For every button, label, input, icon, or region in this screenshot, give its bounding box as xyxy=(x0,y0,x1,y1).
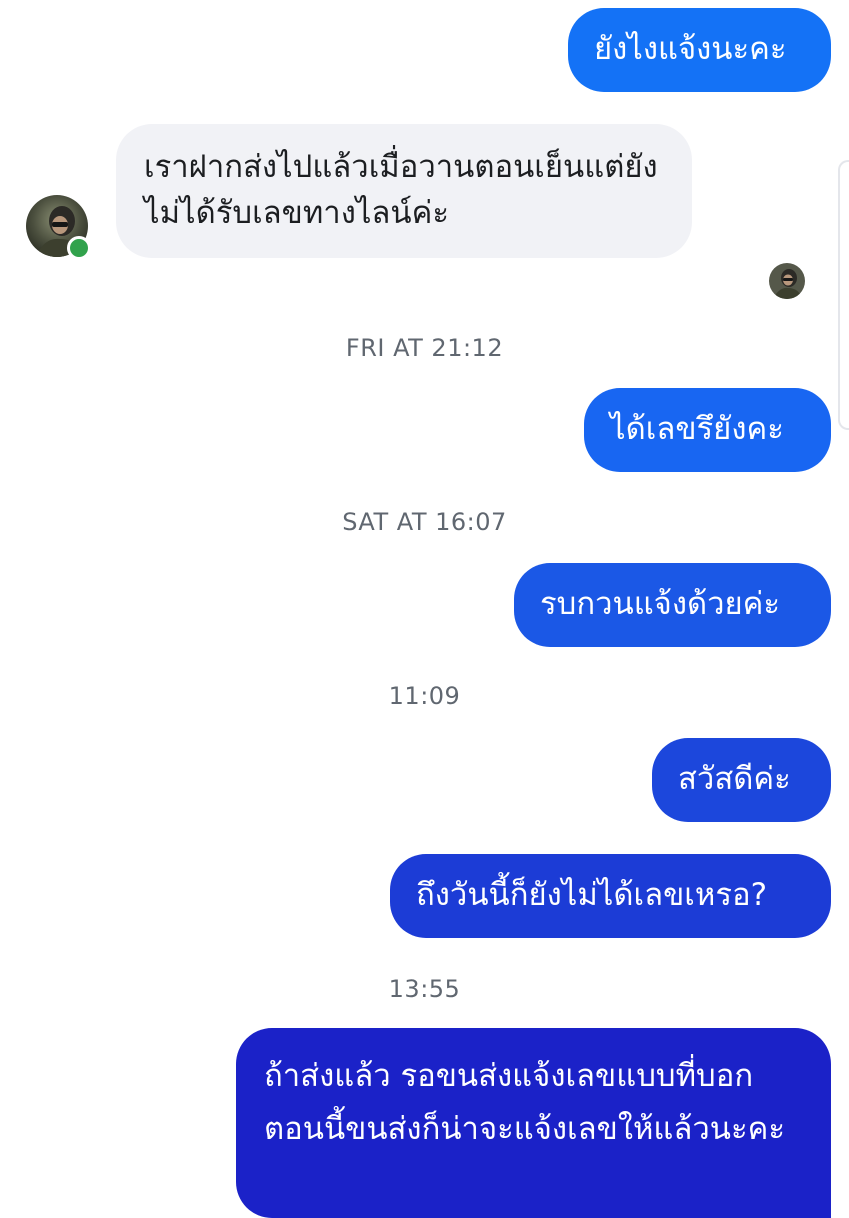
timestamp: FRI AT 21:12 xyxy=(345,334,504,362)
message-text: ยังไงแจ้งนะคะ xyxy=(594,31,787,67)
timestamp: 11:09 xyxy=(388,682,461,710)
incoming-message[interactable]: เราฝากส่งไปแล้วเมื่อวานตอนเย็นแต่ยังไม่ไ… xyxy=(116,124,692,258)
outgoing-message[interactable]: ถ้าส่งแล้ว รอขนส่งแจ้งเลขแบบที่บอก ตอนนี… xyxy=(236,1028,831,1218)
message-text: ได้เลขรึยังคะ xyxy=(610,411,784,447)
outgoing-message[interactable]: รบกวนแจ้งด้วยค่ะ xyxy=(514,563,831,647)
outgoing-message[interactable]: ยังไงแจ้งนะคะ xyxy=(568,8,831,92)
message-text: ถ้าส่งแล้ว รอขนส่งแจ้งเลขแบบที่บอก ตอนนี… xyxy=(264,1058,786,1147)
online-status-icon xyxy=(67,236,91,260)
outgoing-message[interactable]: ได้เลขรึยังคะ xyxy=(584,388,831,472)
message-text: เราฝากส่งไปแล้วเมื่อวานตอนเย็นแต่ยังไม่ไ… xyxy=(144,149,658,231)
message-thread: ยังไงแจ้งนะคะ เราฝากส่งไปแล้วเมื่อวานตอน… xyxy=(0,0,849,1218)
message-text: รบกวนแจ้งด้วยค่ะ xyxy=(540,586,781,622)
outgoing-message[interactable]: สวัสดีค่ะ xyxy=(652,738,831,822)
scrollbar[interactable] xyxy=(838,160,849,430)
timestamp: SAT AT 16:07 xyxy=(342,508,507,536)
outgoing-message[interactable]: ถึงวันนี้ก็ยังไม่ได้เลขเหรอ? xyxy=(390,854,831,938)
message-text: ถึงวันนี้ก็ยังไม่ได้เลขเหรอ? xyxy=(416,877,768,913)
read-receipt-avatar-icon xyxy=(769,263,805,299)
timestamp: 13:55 xyxy=(388,975,461,1003)
message-text: สวัสดีค่ะ xyxy=(678,761,791,797)
